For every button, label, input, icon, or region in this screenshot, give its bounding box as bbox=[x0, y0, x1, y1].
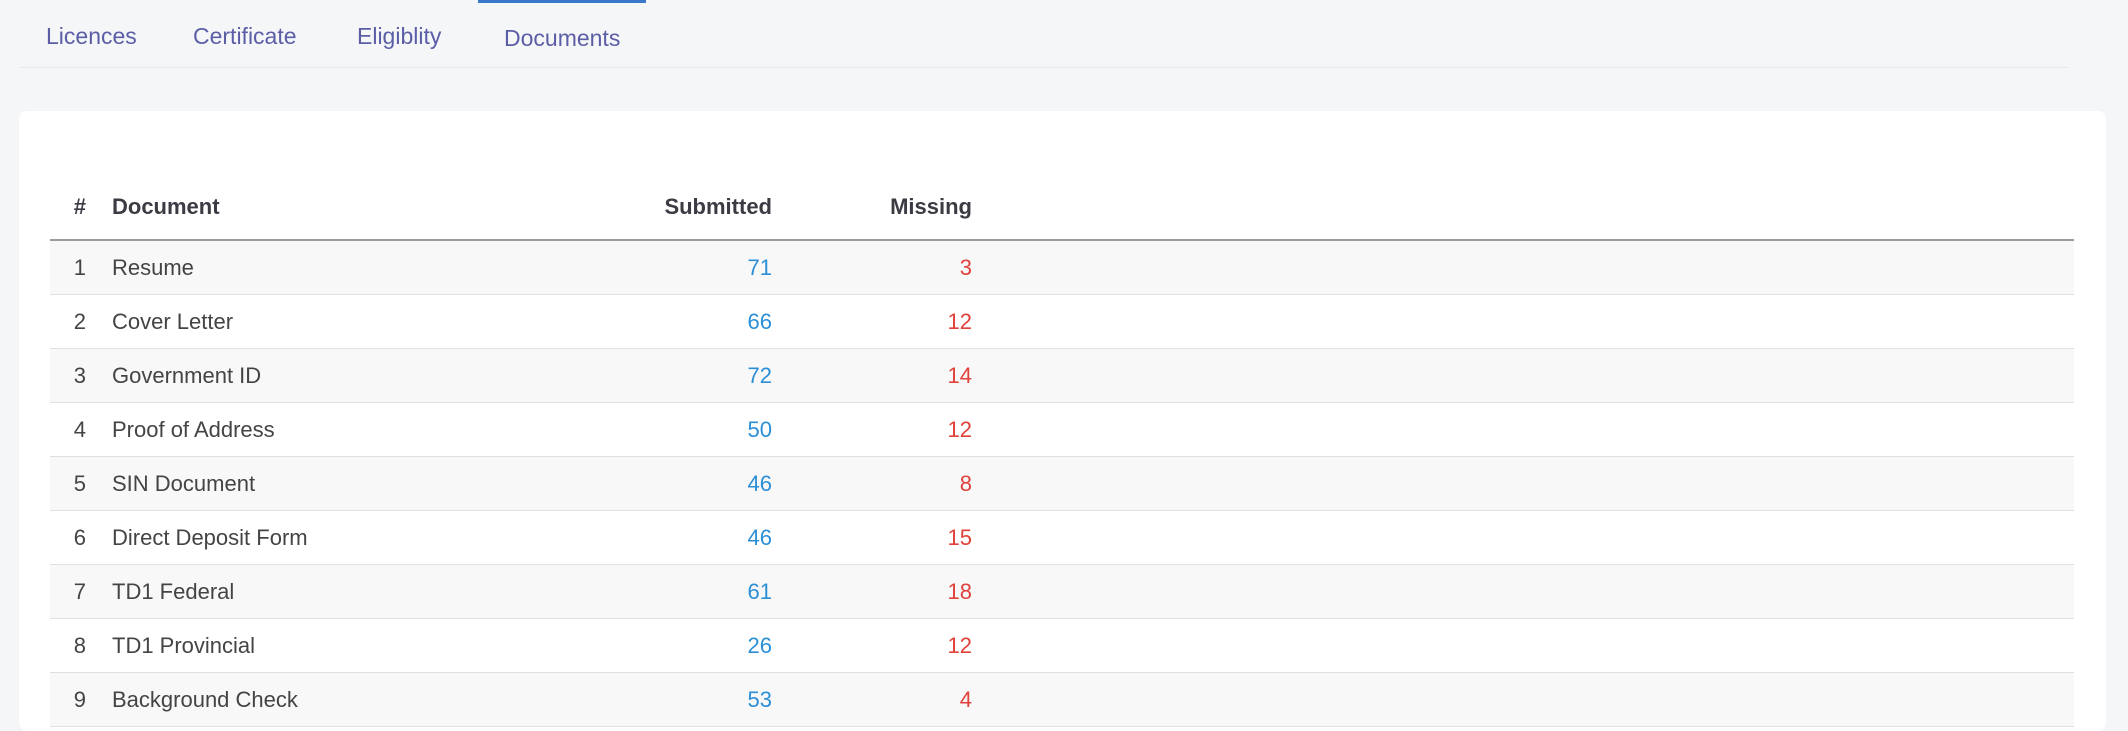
table-row: 6 Direct Deposit Form 46 15 bbox=[50, 510, 2074, 565]
row-document: Cover Letter bbox=[112, 294, 572, 349]
row-submitted: 66 bbox=[572, 294, 772, 349]
header-spacer bbox=[972, 175, 2074, 241]
row-spacer bbox=[972, 240, 2074, 295]
row-document: TD1 Federal bbox=[112, 564, 572, 619]
table-row: 4 Proof of Address 50 12 bbox=[50, 402, 2074, 457]
row-number: 7 bbox=[50, 564, 112, 619]
row-spacer bbox=[972, 456, 2074, 511]
row-missing: 12 bbox=[772, 402, 972, 457]
row-document: Direct Deposit Form bbox=[112, 510, 572, 565]
row-submitted: 46 bbox=[572, 456, 772, 511]
table-row: 3 Government ID 72 14 bbox=[50, 348, 2074, 403]
row-missing: 4 bbox=[772, 672, 972, 727]
documents-table: # Document Submitted Missing 1 Resume 71 3 2… bbox=[50, 175, 2074, 727]
table-row: 1 Resume 71 3 bbox=[50, 240, 2074, 295]
tab-certificate[interactable]: Certificate bbox=[193, 0, 297, 68]
row-submitted: 61 bbox=[572, 564, 772, 619]
table-header-row: # Document Submitted Missing bbox=[50, 175, 2074, 241]
tab-licences[interactable]: Licences bbox=[46, 0, 137, 68]
header-missing: Missing bbox=[772, 175, 972, 241]
table-row: 9 Background Check 53 4 bbox=[50, 672, 2074, 727]
table-row: 8 TD1 Provincial 26 12 bbox=[50, 618, 2074, 673]
row-spacer bbox=[972, 348, 2074, 403]
row-document: Background Check bbox=[112, 672, 572, 727]
table-row: 2 Cover Letter 66 12 bbox=[50, 294, 2074, 349]
row-number: 9 bbox=[50, 672, 112, 727]
row-missing: 3 bbox=[772, 240, 972, 295]
header-submitted: Submitted bbox=[572, 175, 772, 241]
row-spacer bbox=[972, 402, 2074, 457]
tab-eligibility[interactable]: Eligiblity bbox=[357, 0, 441, 68]
row-missing: 15 bbox=[772, 510, 972, 565]
row-document: Proof of Address bbox=[112, 402, 572, 457]
row-number: 1 bbox=[50, 240, 112, 295]
row-document: TD1 Provincial bbox=[112, 618, 572, 673]
row-submitted: 71 bbox=[572, 240, 772, 295]
row-submitted: 50 bbox=[572, 402, 772, 457]
row-submitted: 53 bbox=[572, 672, 772, 727]
row-missing: 18 bbox=[772, 564, 972, 619]
row-number: 6 bbox=[50, 510, 112, 565]
row-document: Resume bbox=[112, 240, 572, 295]
row-document: SIN Document bbox=[112, 456, 572, 511]
row-number: 3 bbox=[50, 348, 112, 403]
row-number: 8 bbox=[50, 618, 112, 673]
header-number: # bbox=[50, 175, 112, 241]
row-spacer bbox=[972, 510, 2074, 565]
row-number: 4 bbox=[50, 402, 112, 457]
header-document: Document bbox=[112, 175, 572, 241]
row-number: 2 bbox=[50, 294, 112, 349]
row-submitted: 46 bbox=[572, 510, 772, 565]
row-submitted: 72 bbox=[572, 348, 772, 403]
table-row: 5 SIN Document 46 8 bbox=[50, 456, 2074, 511]
row-number: 5 bbox=[50, 456, 112, 511]
row-missing: 14 bbox=[772, 348, 972, 403]
row-spacer bbox=[972, 672, 2074, 727]
row-spacer bbox=[972, 564, 2074, 619]
row-submitted: 26 bbox=[572, 618, 772, 673]
row-spacer bbox=[972, 618, 2074, 673]
row-missing: 12 bbox=[772, 618, 972, 673]
tab-bar: Licences Certificate Eligiblity Document… bbox=[20, 0, 2068, 68]
documents-card: # Document Submitted Missing 1 Resume 71 3 2… bbox=[19, 111, 2106, 731]
row-document: Government ID bbox=[112, 348, 572, 403]
row-missing: 8 bbox=[772, 456, 972, 511]
row-spacer bbox=[972, 294, 2074, 349]
row-missing: 12 bbox=[772, 294, 972, 349]
table-row: 7 TD1 Federal 61 18 bbox=[50, 564, 2074, 619]
tab-documents[interactable]: Documents bbox=[478, 0, 647, 68]
